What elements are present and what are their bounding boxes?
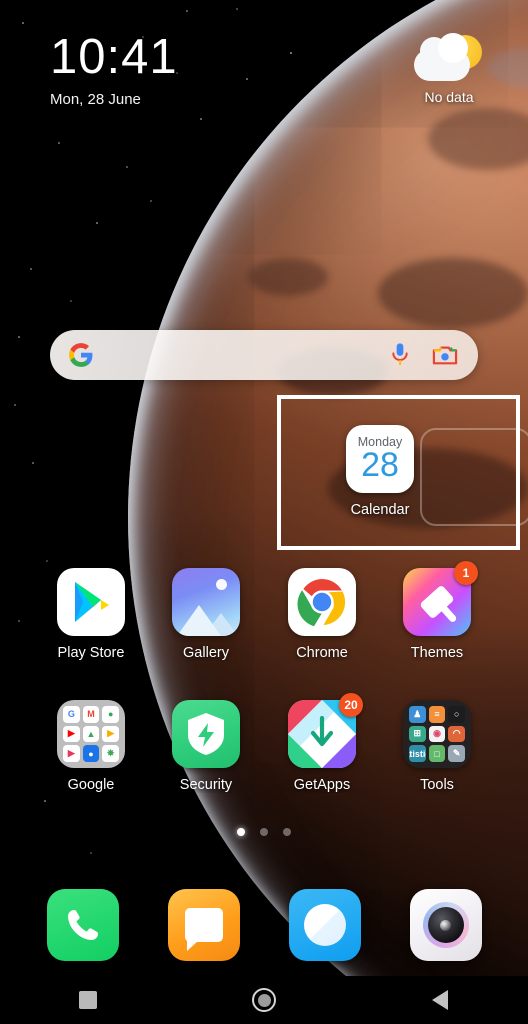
gallery-sun-icon [216, 579, 227, 590]
app-icon-security[interactable]: Security [140, 700, 272, 793]
camera-lens-ring [423, 902, 469, 948]
partly-cloudy-icon [394, 33, 504, 85]
getapps-icon-wrap: 20 [288, 700, 356, 768]
clock-time: 10:41 [50, 30, 178, 84]
google-search-bar[interactable] [50, 330, 478, 380]
mini-icon-duo: ● [83, 745, 100, 762]
camera-lens-glint [440, 920, 451, 931]
circle-home-icon [252, 988, 276, 1012]
gallery-icon-wrap [172, 568, 240, 636]
play-store-icon [57, 568, 125, 636]
app-label-security: Security [140, 777, 272, 793]
mini-icon-mi-remote: □ [429, 745, 446, 762]
app-icon-getapps[interactable]: 20 GetApps [256, 700, 388, 793]
phone-handset-icon [64, 906, 102, 944]
dock-icon-messages[interactable] [168, 889, 240, 961]
dock-icon-camera[interactable] [410, 889, 482, 961]
weather-status-text: No data [394, 89, 504, 105]
app-icon-chrome[interactable]: Chrome [256, 568, 388, 661]
dock [0, 884, 528, 966]
mini-icon-gmail: M [83, 706, 100, 723]
play-triangle-icon [71, 580, 111, 624]
tools-folder-icon: ♟ ≡ ○ ⊞ ◉ ◠ statistics; □ ✎ [403, 700, 471, 768]
app-folder-tools[interactable]: ♟ ≡ ○ ⊞ ◉ ◠ statistics; □ ✎ Tools [371, 700, 503, 793]
mini-icon-notes: ≡ [429, 706, 446, 723]
selection-highlight-box [277, 395, 520, 550]
play-store-icon-wrap [57, 568, 125, 636]
app-icon-themes[interactable]: 1 Themes [371, 568, 503, 661]
page-dot-3[interactable] [283, 828, 291, 836]
camera-lens-icon [428, 907, 464, 943]
mini-icon-calculator: ⊞ [409, 726, 426, 743]
mini-icon-contacts: ♟ [409, 706, 426, 723]
chrome-icon-wrap [288, 568, 356, 636]
app-icon-gallery[interactable]: Gallery [140, 568, 272, 661]
search-bar-right [390, 342, 458, 368]
page-dot-1[interactable] [237, 828, 245, 836]
badge-themes: 1 [454, 561, 478, 585]
mini-icon-compass: ◠ [448, 726, 465, 743]
app-label-play-store: Play Store [25, 645, 157, 661]
app-folder-google[interactable]: G M ● ▶ ▲ ▶ ▶ ● ✵ Google [25, 700, 157, 793]
browser-compass-icon [304, 904, 346, 946]
app-label-tools: Tools [371, 777, 503, 793]
shield-bolt-icon [185, 711, 227, 757]
navigation-bar [0, 976, 528, 1024]
mini-icon-scanner: statistics; [409, 745, 426, 762]
app-label-getapps: GetApps [256, 777, 388, 793]
badge-getapps: 20 [339, 693, 363, 717]
mini-icon-feedback: ✎ [448, 745, 465, 762]
mini-icon-photos: ✵ [102, 745, 119, 762]
search-bar-left [68, 342, 94, 368]
dock-icon-phone[interactable] [47, 889, 119, 961]
square-recents-icon [79, 991, 97, 1009]
google-folder-icon-wrap: G M ● ▶ ▲ ▶ ▶ ● ✵ [57, 700, 125, 768]
mini-icon-play-music: ▶ [63, 745, 80, 762]
app-label-gallery: Gallery [140, 645, 272, 661]
microphone-icon[interactable] [390, 342, 410, 368]
mini-icon-youtube: ▶ [63, 726, 80, 743]
nav-recents-button[interactable] [48, 976, 128, 1024]
app-label-chrome: Chrome [256, 645, 388, 661]
message-bubble-icon [185, 908, 223, 942]
mini-icon-play-movies: ▶ [102, 726, 119, 743]
mini-icon-recorder: ◉ [429, 726, 446, 743]
mini-icon-maps: ● [102, 706, 119, 723]
app-label-themes: Themes [371, 645, 503, 661]
mini-icon-google-search: G [63, 706, 80, 723]
nav-back-button[interactable] [400, 976, 480, 1024]
google-folder-icon: G M ● ▶ ▲ ▶ ▶ ● ✵ [57, 700, 125, 768]
themes-icon-wrap: 1 [403, 568, 471, 636]
app-label-google: Google [25, 777, 157, 793]
google-g-icon [68, 342, 94, 368]
chrome-icon [288, 568, 356, 636]
nav-home-button[interactable] [224, 976, 304, 1024]
tools-folder-icon-wrap: ♟ ≡ ○ ⊞ ◉ ◠ statistics; □ ✎ [403, 700, 471, 768]
page-dot-2[interactable] [260, 828, 268, 836]
google-lens-camera-icon[interactable] [432, 343, 458, 367]
security-icon-wrap [172, 700, 240, 768]
clock-widget[interactable]: 10:41 Mon, 28 June [50, 30, 178, 108]
page-indicator [0, 828, 528, 836]
mini-icon-drive: ▲ [83, 726, 100, 743]
triangle-back-icon [432, 990, 448, 1010]
app-icon-play-store[interactable]: Play Store [25, 568, 157, 661]
gallery-icon [172, 568, 240, 636]
chrome-logo-icon [296, 576, 348, 628]
clock-date: Mon, 28 June [50, 91, 178, 108]
security-shield-icon [172, 700, 240, 768]
circle-home-inner [258, 994, 271, 1007]
gallery-mountain-front [177, 605, 221, 636]
weather-widget[interactable]: No data [394, 33, 504, 105]
mini-icon-clock: ○ [448, 706, 465, 723]
dock-icon-browser[interactable] [289, 889, 361, 961]
cloud-icon [414, 49, 470, 81]
